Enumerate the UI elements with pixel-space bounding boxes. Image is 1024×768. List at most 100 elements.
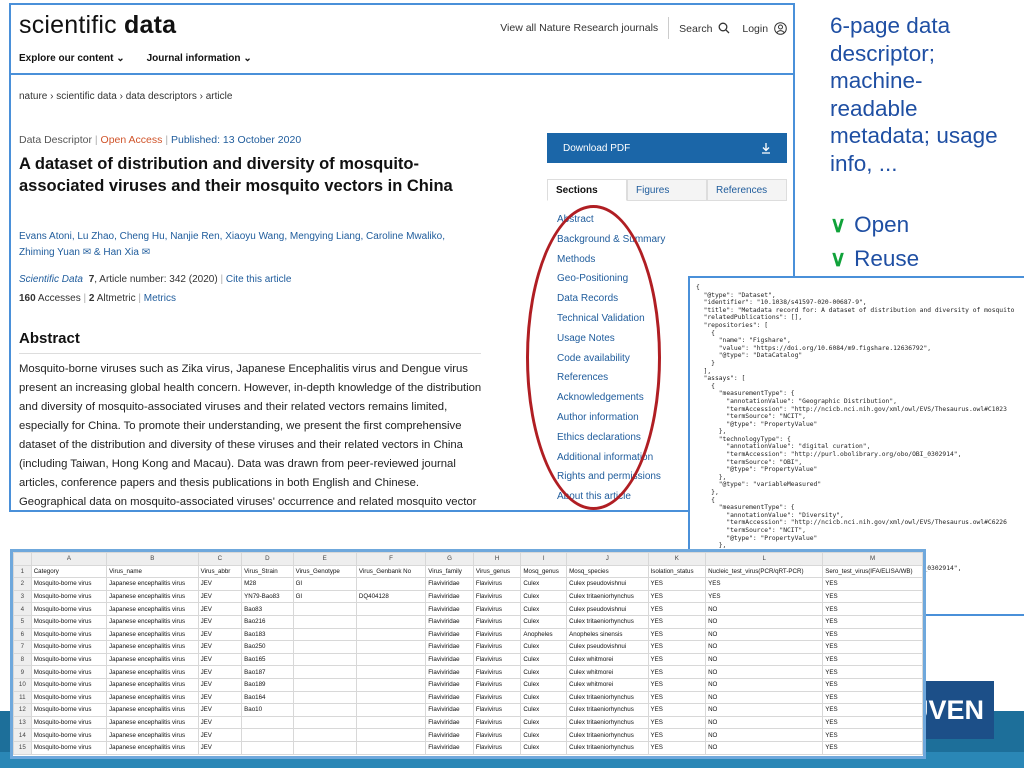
table-cell[interactable]: YES (822, 703, 923, 717)
table-cell[interactable]: Flavivirus (472, 677, 522, 692)
table-cell[interactable]: GI (292, 577, 357, 591)
table-cell[interactable]: Bao183 (241, 627, 294, 642)
table-cell[interactable] (241, 740, 294, 755)
table-cell[interactable]: Mosq_species (566, 564, 649, 579)
download-pdf-button[interactable]: Download PDF (547, 133, 787, 163)
column-letter[interactable]: I (520, 552, 568, 566)
table-cell[interactable]: JEV (197, 640, 243, 654)
table-cell[interactable]: NO (705, 614, 824, 629)
table-cell[interactable]: YES (705, 577, 824, 591)
row-number[interactable]: 4 (13, 602, 32, 616)
table-cell[interactable]: Flaviviridae (425, 577, 474, 591)
table-cell[interactable]: YES (822, 589, 923, 604)
table-cell[interactable]: Bao250 (241, 640, 294, 654)
table-cell[interactable]: Culex tritaeniorhynchus (566, 614, 649, 629)
table-cell[interactable]: Culex whitmorei (566, 677, 649, 692)
table-cell[interactable]: Flavivirus (472, 690, 522, 705)
table-cell[interactable]: Japanese encephalitis virus (106, 728, 199, 742)
table-cell[interactable] (241, 728, 294, 742)
table-cell[interactable]: JEV (197, 589, 243, 604)
table-cell[interactable]: Mosquito-borne virus (30, 728, 108, 742)
login-link[interactable]: Login (742, 21, 787, 35)
row-number[interactable]: 5 (13, 614, 32, 629)
table-cell[interactable]: YES (705, 589, 824, 604)
table-cell[interactable]: Culex (520, 690, 568, 705)
table-cell[interactable]: YES (647, 740, 707, 755)
table-cell[interactable]: Japanese encephalitis virus (106, 677, 199, 692)
table-cell[interactable]: YES (647, 652, 707, 667)
column-letter[interactable]: E (292, 552, 357, 566)
table-cell[interactable]: Anopheles sinensis (566, 627, 649, 642)
table-cell[interactable]: Culex (520, 665, 568, 679)
table-cell[interactable]: Flavivirus (472, 740, 522, 755)
table-cell[interactable]: Japanese encephalitis virus (106, 602, 199, 616)
table-cell[interactable]: NO (705, 740, 824, 755)
site-logo[interactable]: scientific data (19, 11, 176, 40)
table-cell[interactable]: JEV (197, 577, 243, 591)
table-cell[interactable]: Bao216 (241, 614, 294, 629)
table-cell[interactable]: Culex tritaeniorhynchus (566, 740, 649, 755)
row-number[interactable]: 13 (13, 715, 32, 730)
table-cell[interactable] (292, 715, 357, 730)
table-cell[interactable]: Flaviviridae (425, 677, 474, 692)
table-cell[interactable]: YES (647, 677, 707, 692)
table-cell[interactable]: Virus_Strain (241, 564, 294, 579)
column-letter[interactable]: M (822, 552, 923, 566)
table-cell[interactable]: Bao187 (241, 665, 294, 679)
table-cell[interactable]: NO (705, 677, 824, 692)
row-number[interactable]: 12 (13, 703, 32, 717)
table-cell[interactable] (292, 665, 357, 679)
table-cell[interactable] (355, 627, 427, 642)
table-cell[interactable] (241, 715, 294, 730)
table-cell[interactable]: Culex (520, 703, 568, 717)
table-cell[interactable]: Flaviviridae (425, 627, 474, 642)
table-cell[interactable]: Nucleic_test_virus(PCR/qRT-PCR) (705, 564, 824, 579)
table-cell[interactable] (355, 728, 427, 742)
column-letter[interactable] (13, 552, 32, 566)
table-cell[interactable]: YES (822, 602, 923, 616)
table-cell[interactable]: Japanese encephalitis virus (106, 740, 199, 755)
table-cell[interactable]: JEV (197, 614, 243, 629)
table-cell[interactable]: Flaviviridae (425, 614, 474, 629)
table-cell[interactable]: Flavivirus (472, 614, 522, 629)
column-letter[interactable]: G (425, 552, 474, 566)
table-cell[interactable]: Flaviviridae (425, 715, 474, 730)
table-cell[interactable]: Mosq_genus (520, 564, 568, 579)
table-cell[interactable]: Culex pseudovishnui (566, 602, 649, 616)
table-cell[interactable]: YES (822, 715, 923, 730)
table-cell[interactable] (355, 577, 427, 591)
table-cell[interactable]: YES (647, 715, 707, 730)
row-number[interactable]: 11 (13, 690, 32, 705)
table-cell[interactable]: Culex whitmorei (566, 652, 649, 667)
nav-journal-info[interactable]: Journal information ⌄ (147, 53, 252, 64)
table-cell[interactable]: Flaviviridae (425, 640, 474, 654)
table-cell[interactable]: Culex tritaeniorhynchus (566, 728, 649, 742)
table-cell[interactable] (355, 715, 427, 730)
table-cell[interactable]: JEV (197, 665, 243, 679)
table-cell[interactable]: Virus_name (106, 564, 199, 579)
table-cell[interactable]: Bao10 (241, 703, 294, 717)
table-cell[interactable]: YES (822, 627, 923, 642)
table-cell[interactable]: Mosquito-borne virus (30, 690, 108, 705)
table-cell[interactable]: Culex (520, 677, 568, 692)
table-cell[interactable]: Culex tritaeniorhynchus (566, 690, 649, 705)
table-cell[interactable]: Mosquito-borne virus (30, 614, 108, 629)
table-cell[interactable]: Japanese encephalitis virus (106, 665, 199, 679)
journal-name[interactable]: Scientific Data (19, 274, 83, 285)
table-cell[interactable] (292, 677, 357, 692)
table-cell[interactable]: Mosquito-borne virus (30, 703, 108, 717)
table-cell[interactable]: Flavivirus (472, 715, 522, 730)
table-cell[interactable]: YES (647, 589, 707, 604)
table-cell[interactable]: Sero_test_virus(IFA/ELISA/WB) (822, 564, 923, 579)
table-cell[interactable]: YES (822, 614, 923, 629)
table-cell[interactable] (355, 740, 427, 755)
table-cell[interactable]: Japanese encephalitis virus (106, 627, 199, 642)
row-number[interactable]: 2 (13, 577, 32, 591)
table-cell[interactable]: Mosquito-borne virus (30, 652, 108, 667)
nav-explore[interactable]: Explore our content ⌄ (19, 53, 125, 64)
table-cell[interactable]: Japanese encephalitis virus (106, 703, 199, 717)
column-letter[interactable]: C (197, 552, 243, 566)
table-cell[interactable]: Culex tritaeniorhynchus (566, 715, 649, 730)
row-number[interactable]: 3 (13, 589, 32, 604)
table-cell[interactable]: Culex (520, 589, 568, 604)
